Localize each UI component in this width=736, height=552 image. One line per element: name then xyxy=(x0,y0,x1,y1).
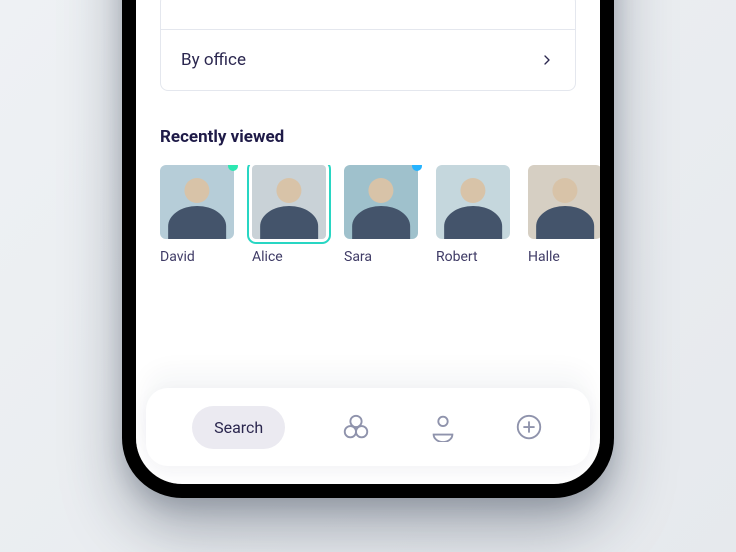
avatar-silhouette xyxy=(344,165,418,239)
avatar-silhouette xyxy=(252,165,326,239)
filter-row-placeholder xyxy=(161,0,575,29)
avatar[interactable] xyxy=(252,165,326,239)
filter-label: By office xyxy=(181,50,246,70)
tabbar: Search xyxy=(146,388,590,466)
person-card[interactable]: David xyxy=(160,165,234,265)
avatar-silhouette xyxy=(436,165,510,239)
person-name: David xyxy=(160,249,234,265)
tab-search[interactable]: Search xyxy=(192,406,285,449)
person-card[interactable]: Halle xyxy=(528,165,600,265)
person-name: Halle xyxy=(528,249,600,265)
tabbar-container: Search xyxy=(136,388,600,484)
person-name: Sara xyxy=(344,249,418,265)
person-card[interactable]: Robert xyxy=(436,165,510,265)
avatar[interactable] xyxy=(528,165,600,239)
avatar-silhouette xyxy=(528,165,600,239)
person-card[interactable]: Sara xyxy=(344,165,418,265)
groups-icon[interactable] xyxy=(341,412,371,442)
content-area: By office Recently viewed David Alice Sara… xyxy=(136,0,600,388)
filter-row-by-office[interactable]: By office xyxy=(161,29,575,90)
avatar[interactable] xyxy=(160,165,234,239)
person-card[interactable]: Alice xyxy=(252,165,326,265)
filter-card: By office xyxy=(160,0,576,91)
person-name: Robert xyxy=(436,249,510,265)
avatar-silhouette xyxy=(160,165,234,239)
recently-viewed-strip[interactable]: David Alice Sara Robert Halle xyxy=(160,165,600,265)
phone-frame: By office Recently viewed David Alice Sara… xyxy=(122,0,614,498)
status-dot xyxy=(228,165,238,171)
avatar[interactable] xyxy=(344,165,418,239)
plus-icon[interactable] xyxy=(514,412,544,442)
screen: By office Recently viewed David Alice Sara… xyxy=(136,0,600,484)
avatar[interactable] xyxy=(436,165,510,239)
chevron-right-icon xyxy=(539,52,555,68)
person-name: Alice xyxy=(252,249,326,265)
profile-icon[interactable] xyxy=(428,412,458,442)
recently-viewed-heading: Recently viewed xyxy=(160,127,576,147)
status-dot xyxy=(412,165,422,171)
